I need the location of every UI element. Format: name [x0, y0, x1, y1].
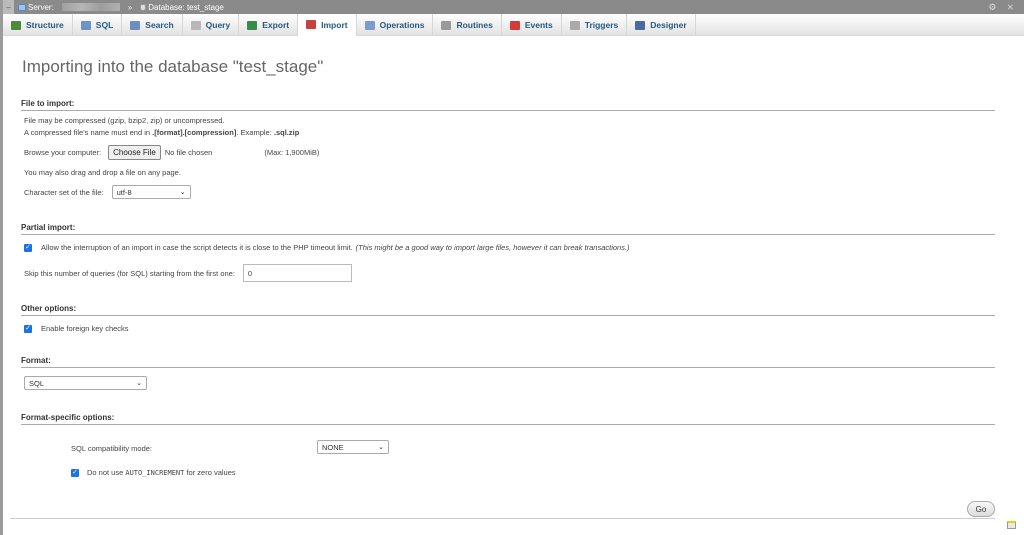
- browse-row: Browse your computer: Choose File No fil…: [24, 145, 319, 160]
- file-to-import-heading: File to import:: [21, 99, 995, 111]
- breadcrumb-separator: »: [127, 2, 133, 12]
- tab-label: Triggers: [584, 20, 619, 30]
- designer-icon: [635, 20, 646, 30]
- collapse-nav-icon[interactable]: –: [3, 0, 14, 14]
- charset-row: Character set of the file: utf-8 ⌄: [24, 185, 191, 199]
- tab-export[interactable]: Export: [239, 14, 299, 36]
- format-heading: Format:: [21, 356, 995, 368]
- tab-designer[interactable]: Designer: [627, 14, 696, 36]
- auto-increment-row: ✓ Do not use AUTO_INCREMENT for zero val…: [71, 468, 236, 477]
- tab-label: Operations: [379, 20, 425, 30]
- import-icon: [306, 20, 317, 29]
- database-label[interactable]: Database: test_stage: [148, 3, 224, 12]
- skip-queries-value: 0: [247, 268, 253, 278]
- format-specific-heading: Format-specific options:: [21, 413, 995, 425]
- drag-drop-hint: You may also drag and drop a file on any…: [24, 168, 181, 177]
- compat-mode-select[interactable]: NONE ⌄: [317, 440, 389, 454]
- tab-structure[interactable]: Structure: [3, 14, 73, 36]
- format-value: SQL: [29, 378, 45, 388]
- foreign-key-checkbox[interactable]: ✓: [24, 324, 32, 333]
- max-size: (Max: 1,900MiB): [264, 148, 320, 157]
- tab-sql[interactable]: SQL: [73, 14, 123, 36]
- breadcrumb-database[interactable]: Database: test_stage: [140, 3, 224, 12]
- compression-format: .[format].[compression]: [152, 128, 237, 137]
- tab-label: Designer: [650, 20, 687, 30]
- footer-divider: [10, 518, 995, 519]
- tab-label: Export: [262, 20, 290, 30]
- no-file-chosen: No file chosen: [164, 148, 213, 157]
- tab-bar: Structure SQL Search Query Export Import Opera…: [3, 14, 1024, 36]
- tab-label: Structure: [26, 20, 64, 30]
- tab-operations[interactable]: Operations: [357, 14, 434, 36]
- choose-file-button[interactable]: Choose File: [108, 145, 161, 160]
- compression-example-mid: . Example:: [236, 128, 274, 137]
- go-button[interactable]: Go: [967, 501, 995, 517]
- gear-icon[interactable]: ⚙: [988, 2, 996, 13]
- sql-icon: [80, 20, 91, 30]
- compression-example-value: .sql.zip: [273, 128, 300, 137]
- allow-interrupt-row: ✓ Allow the interruption of an import in…: [24, 243, 630, 252]
- foreign-key-label[interactable]: Enable foreign key checks: [41, 324, 129, 333]
- export-icon: [247, 20, 258, 30]
- tab-label: Query: [205, 20, 231, 30]
- charset-label: Character set of the file:: [24, 187, 104, 197]
- skip-queries-label: Skip this number of queries (for SQL) st…: [24, 268, 235, 278]
- tab-import[interactable]: Import: [298, 14, 357, 36]
- compression-info: File may be compressed (gzip, bzip2, zip…: [24, 116, 225, 125]
- browse-label: Browse your computer:: [24, 148, 102, 157]
- console-icon[interactable]: [1007, 521, 1016, 529]
- partial-import-heading: Partial import:: [21, 223, 995, 235]
- charset-value: utf-8: [116, 187, 132, 197]
- tab-label: Import: [321, 19, 348, 30]
- tab-search[interactable]: Search: [122, 14, 183, 36]
- tab-routines[interactable]: Routines: [433, 14, 502, 36]
- structure-icon: [11, 20, 21, 30]
- auto-increment-code: AUTO_INCREMENT: [125, 469, 185, 477]
- allow-interrupt-checkbox[interactable]: ✓: [24, 243, 32, 252]
- server-icon: [18, 3, 26, 11]
- clock-icon: [509, 20, 520, 30]
- compression-example: A compressed file's name must end in .[f…: [24, 128, 299, 137]
- allow-interrupt-label[interactable]: Allow the interruption of an import in c…: [41, 243, 353, 252]
- tab-query[interactable]: Query: [183, 14, 240, 36]
- skip-queries-input[interactable]: 0: [242, 264, 352, 282]
- collapse-up-icon[interactable]: ⨯: [1006, 2, 1014, 13]
- skip-queries-row: Skip this number of queries (for SQL) st…: [24, 264, 352, 282]
- charset-select[interactable]: utf-8 ⌄: [111, 185, 191, 199]
- triggers-icon: [569, 20, 580, 30]
- compression-example-prefix: A compressed file's name must end in: [24, 128, 153, 137]
- breadcrumb-server[interactable]: Server:: [18, 3, 120, 12]
- compat-mode-value: NONE: [322, 442, 344, 452]
- tab-label: Events: [524, 20, 553, 30]
- compat-mode-label: SQL compatibility mode:: [71, 444, 153, 453]
- auto-increment-checkbox[interactable]: ✓: [71, 468, 79, 477]
- database-icon: [140, 3, 147, 11]
- foreign-key-row: ✓ Enable foreign key checks: [24, 324, 129, 333]
- chevron-down-icon: ⌄: [378, 444, 384, 451]
- chevron-down-icon: ⌄: [179, 189, 186, 196]
- query-icon: [190, 20, 201, 30]
- other-options-heading: Other options:: [21, 304, 995, 316]
- wrench-icon: [364, 20, 375, 30]
- server-label[interactable]: Server:: [28, 3, 54, 12]
- allow-interrupt-note: (This might be a good way to import larg…: [355, 243, 630, 252]
- routines-icon: [441, 20, 452, 30]
- navigation-panel-edge[interactable]: [0, 0, 3, 535]
- format-select[interactable]: SQL ⌄: [24, 376, 147, 390]
- auto-increment-prefix: Do not use: [87, 468, 126, 477]
- chevron-down-icon: ⌄: [136, 380, 142, 387]
- tab-label: Search: [145, 20, 174, 30]
- auto-increment-suffix: for zero values: [184, 468, 236, 477]
- server-name-redacted: [61, 3, 120, 11]
- breadcrumb-bar: – Server: » Database: test_stage ⚙ ⨯: [3, 0, 1024, 14]
- tab-label: SQL: [95, 20, 114, 30]
- search-icon: [130, 20, 141, 30]
- tab-events[interactable]: Events: [502, 14, 562, 36]
- tab-label: Routines: [456, 20, 493, 30]
- auto-increment-label[interactable]: Do not use AUTO_INCREMENT for zero value…: [87, 468, 236, 477]
- tab-triggers[interactable]: Triggers: [562, 14, 628, 36]
- page-title: Importing into the database "test_stage": [22, 57, 324, 76]
- main-content: Importing into the database "test_stage": [21, 36, 995, 77]
